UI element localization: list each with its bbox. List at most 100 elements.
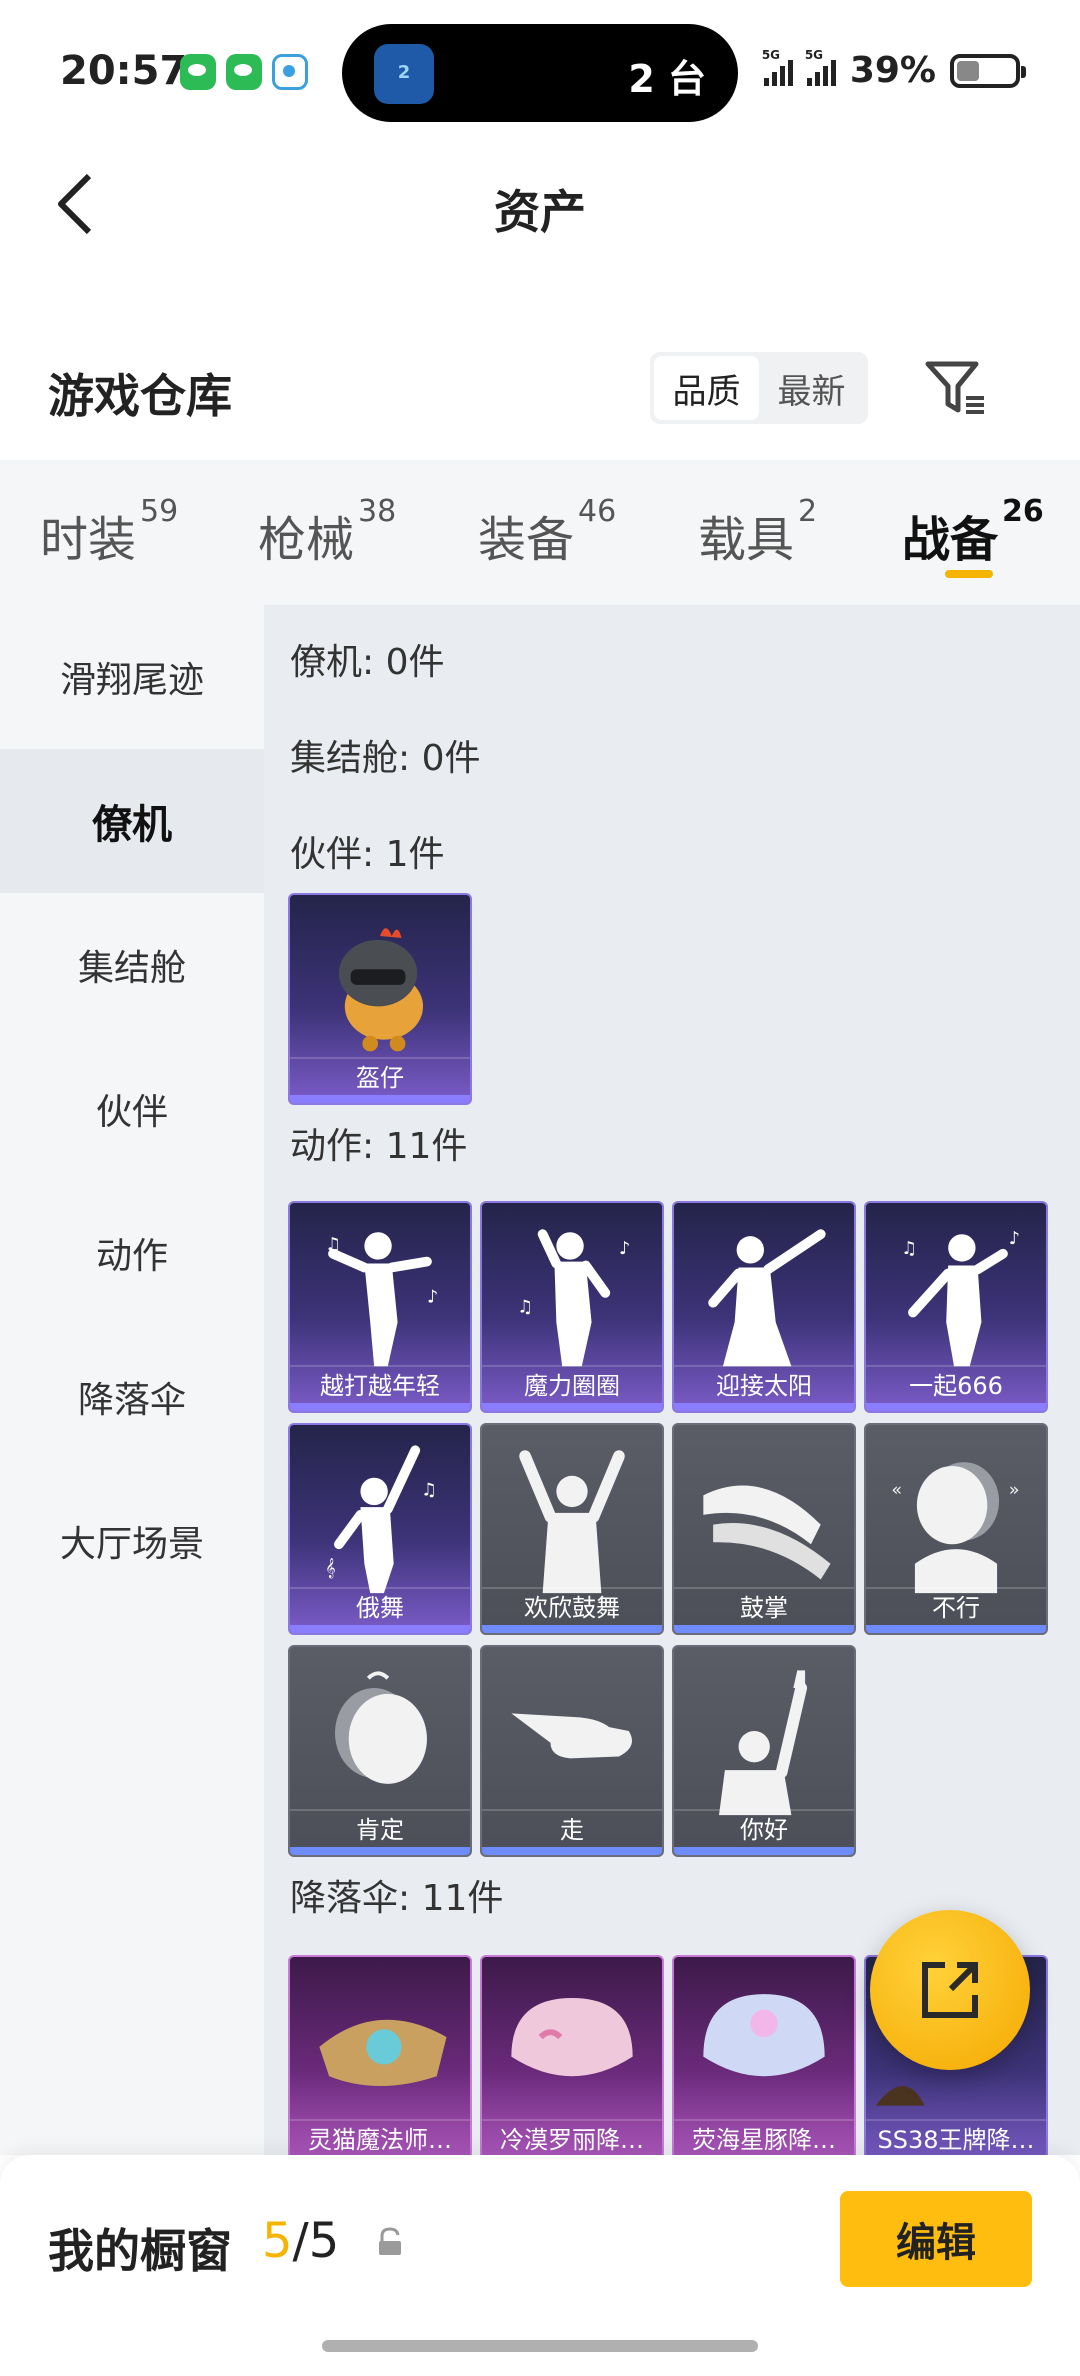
share-fab-button[interactable] xyxy=(870,1910,1030,2070)
item-name: 越打越年轻 xyxy=(320,1372,440,1400)
sidebar-item-wingman[interactable]: 僚机 xyxy=(0,749,264,893)
inventory-item[interactable]: 灵猫魔法师… xyxy=(288,1955,472,2155)
category-tabs: 时装59 枪械38 装备46 载具2 战备26 xyxy=(0,460,1080,605)
chicken-helmet-art xyxy=(338,928,424,1052)
battery-icon xyxy=(950,53,1026,88)
sort-quality-button[interactable]: 品质 xyxy=(654,356,759,420)
item-name: 冷漠罗丽降… xyxy=(500,2126,644,2154)
inventory-item[interactable]: 走 xyxy=(480,1645,664,1857)
nfc-app-icon: 2 xyxy=(374,44,434,104)
item-name: 俄舞 xyxy=(356,1594,404,1622)
tab-underline xyxy=(945,570,993,578)
item-name: 魔力圈圈 xyxy=(524,1372,620,1400)
wechat-icon xyxy=(226,54,262,90)
signal-icon: 5G xyxy=(762,48,793,86)
inventory-item[interactable]: 冷漠罗丽降… xyxy=(480,1955,664,2155)
system-indicators: 5G 5G 39% xyxy=(762,48,1026,91)
inventory-item[interactable]: ♪ ♫ 魔力圈圈 xyxy=(480,1201,664,1413)
item-name: 灵猫魔法师… xyxy=(308,2126,452,2154)
item-name: 荧海星豚降… xyxy=(692,2126,836,2154)
parachute-art xyxy=(511,1997,633,2077)
sidebar: 滑翔尾迹 僚机 集结舱 伙伴 动作 降落伞 大厅场景 xyxy=(0,605,264,2155)
nav-bar: 资产 xyxy=(0,150,1080,260)
svg-text:«: « xyxy=(891,1480,902,1500)
sidebar-item-glide-trail[interactable]: 滑翔尾迹 xyxy=(0,605,264,749)
inventory-item[interactable]: 荧海星豚降… xyxy=(672,1955,856,2155)
sort-newest-button[interactable]: 最新 xyxy=(759,356,864,420)
tab-guns[interactable]: 枪械38 xyxy=(258,494,396,570)
status-time: 20:57 xyxy=(60,48,188,94)
tab-combat-gear[interactable]: 战备26 xyxy=(902,494,1044,570)
sidebar-item-partner[interactable]: 伙伴 xyxy=(0,1037,264,1181)
clap-hands-art xyxy=(703,1485,831,1580)
home-indicator[interactable] xyxy=(322,2340,758,2352)
edit-button[interactable]: 编辑 xyxy=(840,2191,1032,2287)
inventory-item[interactable]: 鼓掌 xyxy=(672,1423,856,1635)
section-title: 游戏仓库 xyxy=(48,369,232,423)
sidebar-item-action[interactable]: 动作 xyxy=(0,1181,264,1325)
inventory-item[interactable]: ♫ ♪ 一起666 xyxy=(864,1201,1048,1413)
svg-text:♪: ♪ xyxy=(1009,1229,1020,1249)
inventory-item[interactable]: 盔仔 xyxy=(288,893,472,1105)
tab-fashion[interactable]: 时装59 xyxy=(40,494,178,570)
inventory-item[interactable]: 肯定 xyxy=(288,1645,472,1857)
item-name: SS38王牌降… xyxy=(877,2126,1035,2154)
category-label-wingman: 僚机: 0件 xyxy=(290,642,445,683)
parachute-art xyxy=(319,2019,447,2087)
dance-figure-art: ♫𝄞 xyxy=(325,1445,437,1594)
dance-figure-art: ♫♪ xyxy=(325,1232,438,1367)
svg-text:𝄞: 𝄞 xyxy=(325,1559,335,1579)
app-notification-icon xyxy=(272,54,308,90)
filter-button[interactable] xyxy=(920,352,992,424)
inventory-item[interactable]: 迎接太阳 xyxy=(672,1201,856,1413)
svg-text:♪: ♪ xyxy=(427,1288,438,1308)
svg-text:♫: ♫ xyxy=(421,1480,437,1500)
sidebar-item-rally-pod[interactable]: 集结舱 xyxy=(0,893,264,1037)
showcase-count: 5/5 xyxy=(262,2213,340,2269)
status-bar: 20:57 2 2 台 5G 5G 39% xyxy=(0,0,1080,140)
svg-text:♪: ♪ xyxy=(619,1239,630,1259)
category-label-partner: 伙伴: 1件 xyxy=(290,834,445,875)
cheer-figure-art xyxy=(519,1450,625,1594)
svg-text:»: » xyxy=(1009,1480,1020,1500)
category-label-action: 动作: 11件 xyxy=(290,1126,468,1167)
notification-icons xyxy=(180,54,308,90)
inventory-item[interactable]: «» 不行 xyxy=(864,1423,1048,1635)
inventory-item[interactable]: ♫ 𝄞 俄舞 xyxy=(288,1423,472,1635)
lock-icon xyxy=(379,2227,401,2255)
item-name: 鼓掌 xyxy=(740,1594,788,1622)
item-name: 盔仔 xyxy=(356,1064,404,1092)
wave-hand-art xyxy=(719,1670,808,1816)
showcase-label: 我的橱窗 xyxy=(48,2224,232,2278)
item-name: 迎接太阳 xyxy=(716,1372,812,1400)
pointing-hand-art xyxy=(511,1713,632,1759)
svg-text:♫: ♫ xyxy=(901,1239,917,1259)
page-title: 资产 xyxy=(494,185,586,239)
filter-icon xyxy=(925,361,984,414)
item-name: 你好 xyxy=(740,1816,788,1844)
tab-equipment[interactable]: 装备46 xyxy=(478,494,616,570)
dynamic-island[interactable]: 2 2 台 xyxy=(342,24,738,122)
inventory-item[interactable]: ♫ ♪ 越打越年轻 xyxy=(288,1201,472,1413)
sidebar-item-parachute[interactable]: 降落伞 xyxy=(0,1325,264,1469)
external-link-icon xyxy=(922,1962,978,2018)
parachute-art xyxy=(703,1994,825,2077)
island-text: 2 台 xyxy=(628,57,706,101)
battery-percent: 39% xyxy=(849,50,936,91)
dance-figure-art xyxy=(708,1229,826,1367)
item-name: 肯定 xyxy=(356,1816,404,1844)
svg-text:♫: ♫ xyxy=(325,1235,341,1255)
item-name: 走 xyxy=(560,1816,584,1844)
item-name: 一起666 xyxy=(909,1372,1003,1400)
svg-text:♫: ♫ xyxy=(517,1297,533,1317)
sort-toggle: 品质 最新 xyxy=(650,352,868,424)
tab-vehicles[interactable]: 载具2 xyxy=(698,494,817,570)
signal-icon: 5G xyxy=(805,48,836,86)
inventory-item[interactable]: 欢欣鼓舞 xyxy=(480,1423,664,1635)
shake-head-art: «» xyxy=(891,1462,1020,1594)
nod-head-art xyxy=(335,1671,427,1784)
inventory-item[interactable]: 你好 xyxy=(672,1645,856,1857)
category-label-parachute: 降落伞: 11件 xyxy=(290,1878,504,1919)
wechat-icon xyxy=(180,54,216,90)
sidebar-item-lobby-scene[interactable]: 大厅场景 xyxy=(0,1469,264,1613)
